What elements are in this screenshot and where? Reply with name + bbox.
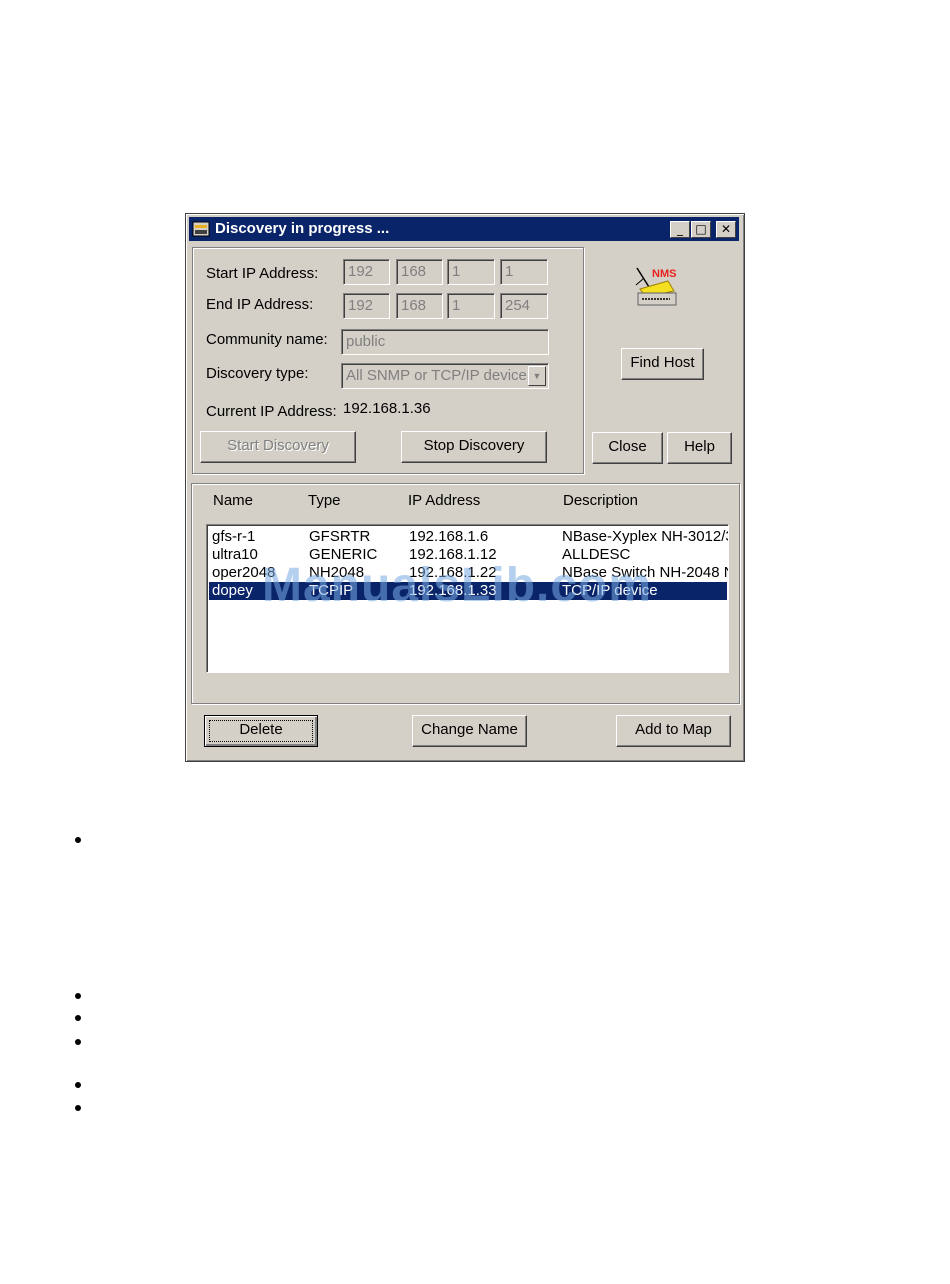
device-description: TCP/IP device xyxy=(562,582,658,599)
discovery-type-value: All SNMP or TCP/IP device xyxy=(346,367,527,384)
device-type: GFSRTR xyxy=(309,528,371,545)
start-ip-octet-1[interactable]: 192 xyxy=(343,259,390,285)
device-name: ultra10 xyxy=(212,546,258,563)
column-header-description[interactable]: Description xyxy=(563,492,638,509)
device-ip: 192.168.1.33 xyxy=(409,582,497,599)
delete-button[interactable]: Delete xyxy=(204,715,318,747)
end-ip-label: End IP Address: xyxy=(206,296,314,313)
stop-discovery-button[interactable]: Stop Discovery xyxy=(401,431,547,463)
device-name: gfs-r-1 xyxy=(212,528,256,545)
bullet-icon xyxy=(75,1105,81,1111)
add-to-map-button[interactable]: Add to Map xyxy=(616,715,731,747)
list-item[interactable]: oper2048 NH2048 192.168.1.22 NBase Switc… xyxy=(209,564,728,582)
column-header-ip[interactable]: IP Address xyxy=(408,492,480,509)
list-item-selected[interactable]: dopey TCPIP 192.168.1.33 TCP/IP device xyxy=(209,582,727,600)
device-type: GENERIC xyxy=(309,546,378,563)
device-description: NBase-Xyplex NH-3012/3 xyxy=(562,528,728,545)
focus-rectangle xyxy=(209,720,313,742)
bullet-icon xyxy=(75,1082,81,1088)
column-header-name[interactable]: Name xyxy=(213,492,253,509)
device-ip: 192.168.1.12 xyxy=(409,546,497,563)
start-ip-label: Start IP Address: xyxy=(206,265,319,282)
chevron-down-icon[interactable]: ▼ xyxy=(528,366,546,386)
change-name-button[interactable]: Change Name xyxy=(412,715,527,747)
close-icon[interactable]: ✕ xyxy=(716,221,736,238)
device-list[interactable]: gfs-r-1 GFSRTR 192.168.1.6 NBase-Xyplex … xyxy=(206,524,729,673)
list-item[interactable]: ultra10 GENERIC 192.168.1.12 ALLDESC xyxy=(209,546,727,564)
device-ip: 192.168.1.6 xyxy=(409,528,489,545)
start-ip-octet-2[interactable]: 168 xyxy=(396,259,443,285)
list-item[interactable]: gfs-r-1 GFSRTR 192.168.1.6 NBase-Xyplex … xyxy=(209,528,728,546)
discovery-type-select[interactable]: All SNMP or TCP/IP device ▼ xyxy=(341,363,549,389)
end-ip-octet-4[interactable]: 254 xyxy=(500,293,548,319)
bullet-icon xyxy=(75,993,81,999)
title-bar[interactable]: Discovery in progress ... _ □ ✕ xyxy=(189,217,739,241)
community-label: Community name: xyxy=(206,331,328,348)
app-icon xyxy=(192,221,210,237)
current-ip-label: Current IP Address: xyxy=(206,403,337,420)
minimize-icon[interactable]: _ xyxy=(670,221,690,238)
device-ip: 192.168.1.22 xyxy=(409,564,497,581)
window-title: Discovery in progress ... xyxy=(215,220,390,237)
bullet-icon xyxy=(75,837,81,843)
device-type: NH2048 xyxy=(309,564,365,581)
device-description: ALLDESC xyxy=(562,546,631,563)
find-host-button[interactable]: Find Host xyxy=(621,348,704,380)
device-description: NBase Switch NH-2048 N xyxy=(562,564,728,581)
start-ip-octet-3[interactable]: 1 xyxy=(447,259,495,285)
help-button[interactable]: Help xyxy=(667,432,732,464)
bullet-icon xyxy=(75,1015,81,1021)
end-ip-octet-3[interactable]: 1 xyxy=(447,293,495,319)
nms-logo-icon: NMS xyxy=(635,267,677,306)
start-discovery-button[interactable]: Start Discovery xyxy=(200,431,356,463)
end-ip-octet-2[interactable]: 168 xyxy=(396,293,443,319)
discovery-type-label: Discovery type: xyxy=(206,365,309,382)
community-field[interactable]: public xyxy=(341,329,549,355)
maximize-icon[interactable]: □ xyxy=(691,221,711,238)
nms-logo-text: NMS xyxy=(652,268,676,280)
bullet-icon xyxy=(75,1039,81,1045)
device-type: TCPIP xyxy=(309,582,354,599)
device-name: oper2048 xyxy=(212,564,276,581)
start-ip-octet-4[interactable]: 1 xyxy=(500,259,548,285)
end-ip-octet-1[interactable]: 192 xyxy=(343,293,390,319)
device-name: dopey xyxy=(212,582,253,599)
close-button[interactable]: Close xyxy=(592,432,663,464)
current-ip-value: 192.168.1.36 xyxy=(343,400,431,417)
column-header-type[interactable]: Type xyxy=(308,492,341,509)
